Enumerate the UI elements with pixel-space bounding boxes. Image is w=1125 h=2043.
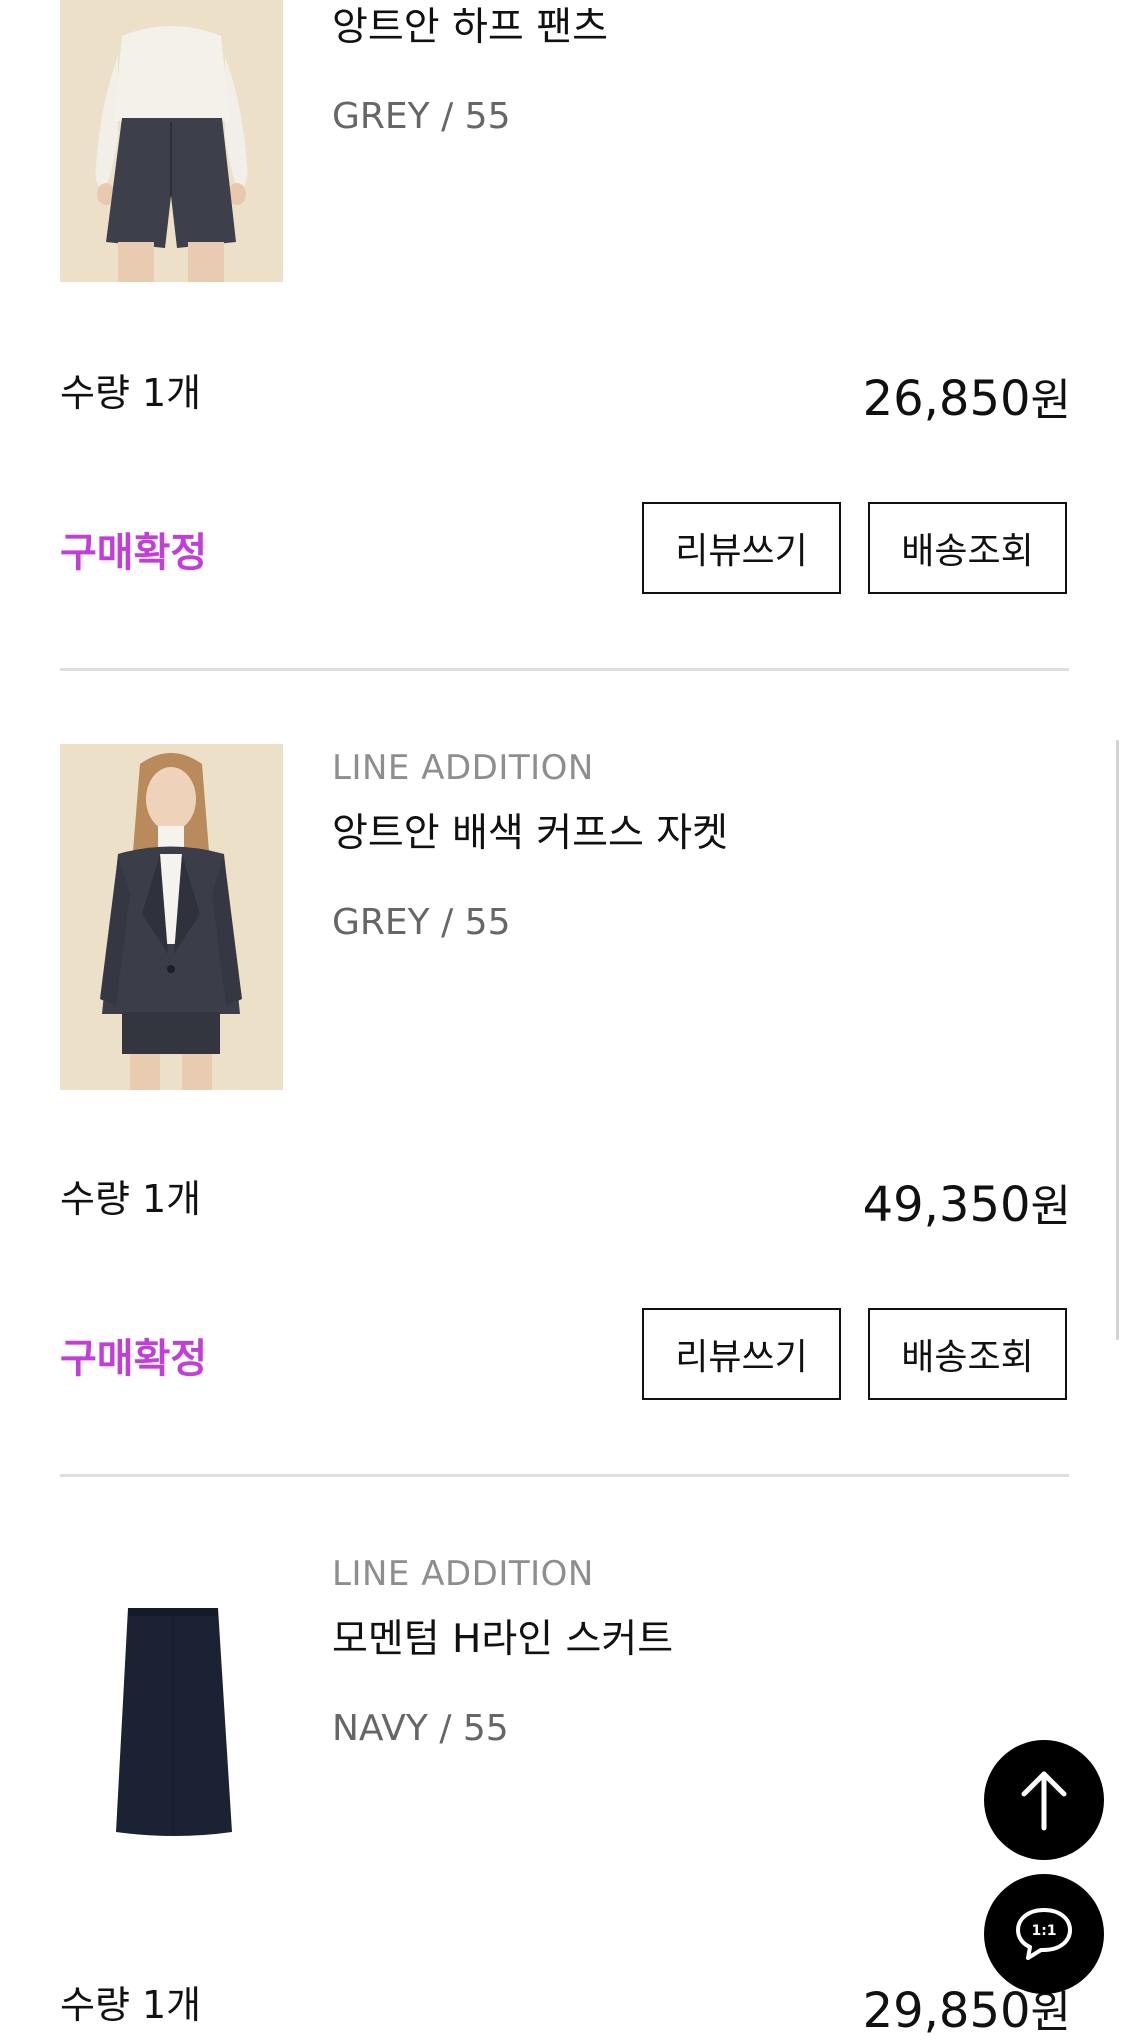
chat-button[interactable]: 1:1 [984, 1874, 1104, 1994]
product-image[interactable] [60, 744, 283, 1090]
write-review-button[interactable]: 리뷰쓰기 [642, 1308, 841, 1400]
jacket-photo [60, 744, 283, 1090]
brand-name: LINE ADDITION [332, 748, 594, 788]
brand-name: LINE ADDITION [332, 1554, 594, 1594]
price-unit: 원 [1030, 1987, 1071, 2038]
price-amount: 49,350 [862, 1177, 1031, 1233]
product-name[interactable]: 앙트안 하프 팬츠 [332, 0, 608, 52]
price-amount: 26,850 [862, 371, 1031, 427]
chat-bubble-icon: 1:1 [1016, 1908, 1072, 1960]
divider [60, 668, 1069, 671]
order-status: 구매확정 [60, 530, 208, 576]
product-image[interactable] [60, 0, 283, 282]
product-option: NAVY / 55 [332, 1708, 509, 1749]
product-name[interactable]: 모멘텀 H라인 스커트 [332, 1608, 673, 1664]
price-unit: 원 [1030, 1181, 1071, 1232]
track-shipping-button[interactable]: 배송조회 [868, 502, 1067, 594]
quantity-label: 수량 1개 [60, 1983, 202, 2027]
product-option: GREY / 55 [332, 902, 511, 943]
price: 49,350원 [863, 1170, 1071, 1234]
chat-badge-text: 1:1 [1031, 1923, 1056, 1939]
quantity-label: 수량 1개 [60, 371, 202, 415]
price-unit: 원 [1030, 375, 1071, 426]
write-review-button[interactable]: 리뷰쓰기 [642, 502, 841, 594]
scrollbar[interactable] [1116, 740, 1119, 1340]
divider [60, 1474, 1069, 1477]
quantity-label: 수량 1개 [60, 1177, 202, 1221]
price-amount: 29,850 [862, 1983, 1031, 2039]
product-option: GREY / 55 [332, 96, 511, 137]
scroll-top-button[interactable] [984, 1740, 1104, 1860]
product-name[interactable]: 앙트안 배색 커프스 자켓 [332, 802, 728, 858]
track-shipping-button[interactable]: 배송조회 [868, 1308, 1067, 1400]
skirt-photo [60, 1550, 283, 1896]
half-pants-photo [60, 0, 283, 282]
order-status: 구매확정 [60, 1336, 208, 1382]
price: 26,850원 [863, 364, 1071, 428]
arrow-up-icon [1021, 1771, 1067, 1831]
product-image[interactable] [60, 1550, 283, 1896]
